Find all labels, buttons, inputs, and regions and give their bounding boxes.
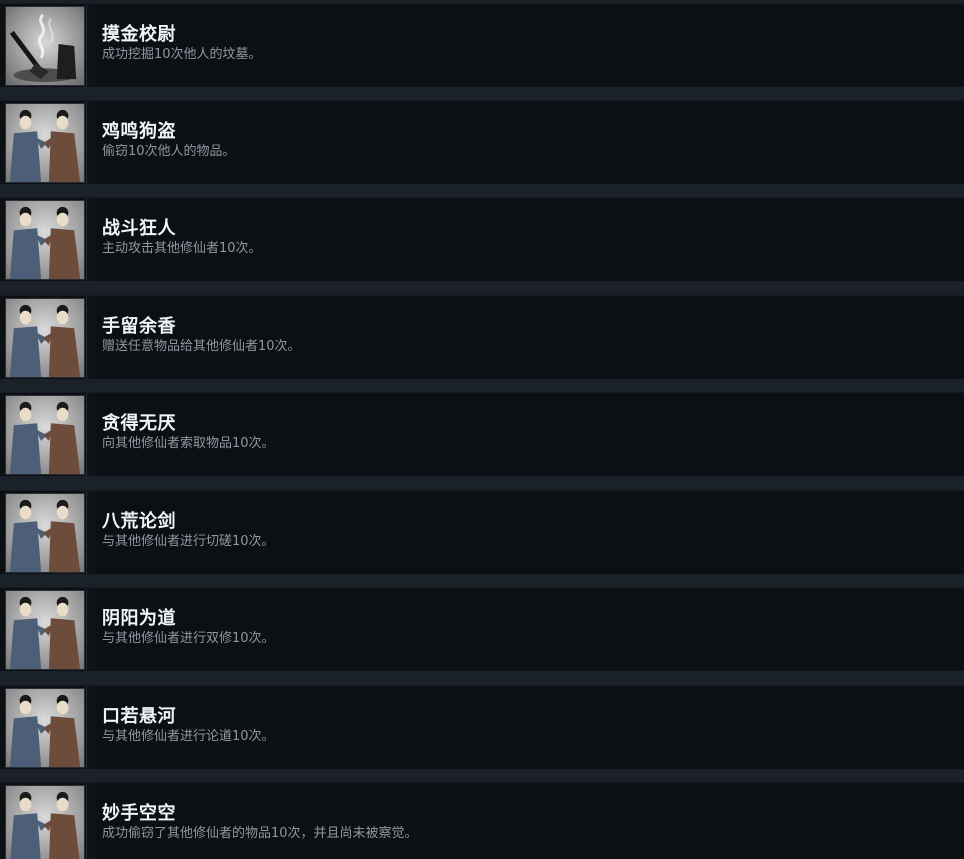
- achievement-description: 成功偷窃了其他修仙者的物品10次，并且尚未被察觉。: [102, 826, 418, 841]
- cultivators-greeting-icon: [5, 785, 85, 859]
- achievement-title: 妙手空空: [102, 803, 176, 824]
- row-divider: [86, 198, 96, 281]
- row-divider: [86, 491, 96, 574]
- cultivators-greeting-icon: [5, 298, 85, 378]
- achievement-title: 战斗狂人: [102, 218, 176, 239]
- achievement-row[interactable]: 鸡鸣狗盗 偷窃10次他人的物品。: [0, 100, 964, 184]
- achievement-row[interactable]: 八荒论剑 与其他修仙者进行切磋10次。: [0, 490, 964, 574]
- achievement-description: 向其他修仙者索取物品10次。: [102, 436, 275, 451]
- achievement-title: 鸡鸣狗盗: [102, 121, 176, 142]
- achievement-row[interactable]: 战斗狂人 主动攻击其他修仙者10次。: [0, 197, 964, 281]
- cultivators-greeting-icon: [5, 103, 85, 183]
- achievement-title: 八荒论剑: [102, 511, 176, 532]
- row-divider: [86, 101, 96, 184]
- achievement-row[interactable]: 摸金校尉 成功挖掘10次他人的坟墓。: [0, 3, 964, 87]
- row-divider: [86, 296, 96, 379]
- achievement-description: 偷窃10次他人的物品。: [102, 144, 236, 159]
- achievement-description: 主动攻击其他修仙者10次。: [102, 241, 262, 256]
- row-divider: [86, 588, 96, 671]
- cultivators-greeting-icon: [5, 590, 85, 670]
- cultivators-greeting-icon: [5, 200, 85, 280]
- cultivators-greeting-icon: [5, 493, 85, 573]
- achievement-row[interactable]: 阴阳为道 与其他修仙者进行双修10次。: [0, 587, 964, 671]
- achievement-description: 赠送任意物品给其他修仙者10次。: [102, 339, 301, 354]
- achievement-description: 与其他修仙者进行论道10次。: [102, 729, 275, 744]
- achievement-title: 口若悬河: [102, 706, 176, 727]
- achievement-row[interactable]: 口若悬河 与其他修仙者进行论道10次。: [0, 685, 964, 769]
- achievement-title: 手留余香: [102, 316, 176, 337]
- cultivators-greeting-icon: [5, 395, 85, 475]
- achievement-row[interactable]: 妙手空空 成功偷窃了其他修仙者的物品10次，并且尚未被察觉。: [0, 782, 964, 859]
- achievement-description: 成功挖掘10次他人的坟墓。: [102, 47, 262, 62]
- row-divider: [86, 783, 96, 859]
- grave-digging-icon: [5, 6, 85, 86]
- achievement-title: 贪得无厌: [102, 413, 176, 434]
- cultivators-greeting-icon: [5, 688, 85, 768]
- achievement-title: 阴阳为道: [102, 608, 176, 629]
- row-divider: [86, 686, 96, 769]
- achievement-row[interactable]: 贪得无厌 向其他修仙者索取物品10次。: [0, 392, 964, 476]
- achievement-title: 摸金校尉: [102, 24, 176, 45]
- row-divider: [86, 393, 96, 476]
- achievement-description: 与其他修仙者进行双修10次。: [102, 631, 275, 646]
- achievement-list: 摸金校尉 成功挖掘10次他人的坟墓。 鸡鸣狗盗 偷窃10次他人的物品。 战斗狂人…: [0, 0, 964, 859]
- achievement-row[interactable]: 手留余香 赠送任意物品给其他修仙者10次。: [0, 295, 964, 379]
- row-divider: [86, 4, 96, 87]
- achievement-description: 与其他修仙者进行切磋10次。: [102, 534, 275, 549]
